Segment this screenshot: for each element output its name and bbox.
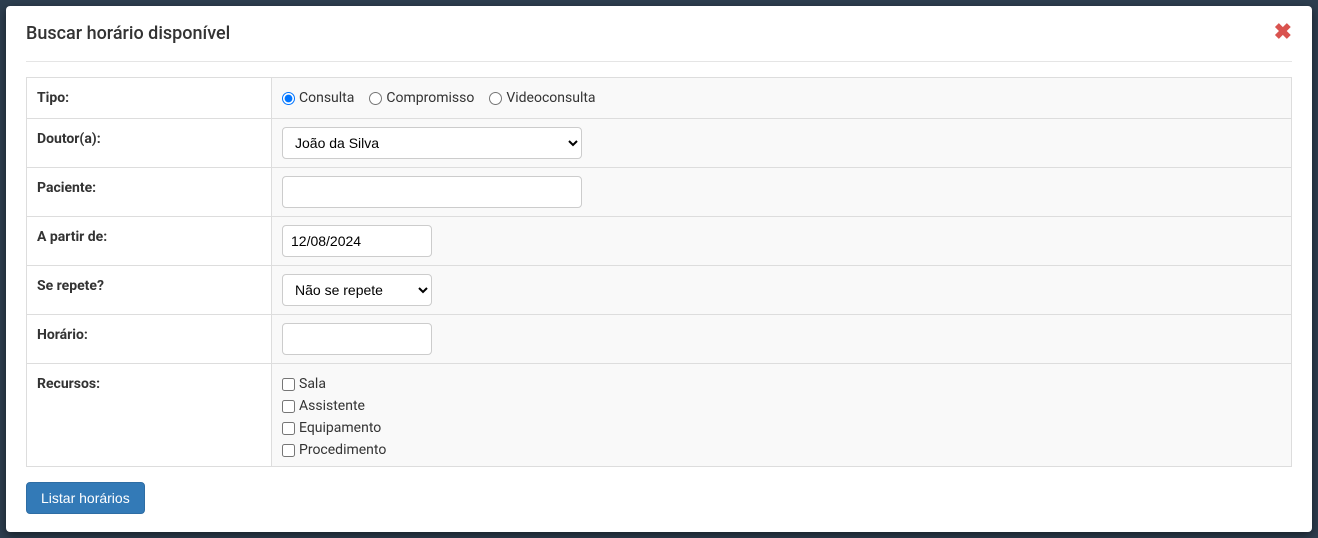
checkbox-equipamento[interactable] (282, 422, 295, 435)
checkbox-sala[interactable] (282, 378, 295, 391)
checkbox-assistente[interactable] (282, 400, 295, 413)
close-button[interactable]: ✖ (1274, 21, 1292, 43)
checkbox-equipamento-label[interactable]: Equipamento (299, 420, 381, 436)
label-paciente: Paciente: (27, 168, 272, 217)
checkbox-procedimento[interactable] (282, 444, 295, 457)
label-horario: Horário: (27, 315, 272, 364)
radio-compromisso[interactable] (369, 92, 382, 105)
modal-title: Buscar horário disponível (26, 21, 230, 46)
list-schedules-button[interactable]: Listar horários (26, 482, 145, 514)
radio-compromisso-label[interactable]: Compromisso (386, 90, 474, 106)
row-recursos: Recursos: Sala Assistente Eq (27, 364, 1292, 467)
label-doutor: Doutor(a): (27, 119, 272, 168)
select-repete[interactable]: Não se repete (282, 274, 432, 306)
close-icon: ✖ (1274, 19, 1292, 44)
radio-consulta-label[interactable]: Consulta (299, 90, 354, 106)
checkbox-procedimento-label[interactable]: Procedimento (299, 442, 386, 458)
row-doutor: Doutor(a): João da Silva (27, 119, 1292, 168)
checkbox-assistente-label[interactable]: Assistente (299, 398, 365, 414)
row-repete: Se repete? Não se repete (27, 266, 1292, 315)
row-horario: Horário: (27, 315, 1292, 364)
tipo-radio-group: Consulta Compromisso Videoconsulta (282, 90, 1281, 106)
label-repete: Se repete? (27, 266, 272, 315)
label-tipo: Tipo: (27, 78, 272, 119)
row-paciente: Paciente: (27, 168, 1292, 217)
radio-videoconsulta[interactable] (489, 92, 502, 105)
select-doutor[interactable]: João da Silva (282, 127, 582, 159)
radio-consulta[interactable] (282, 92, 295, 105)
row-apartir: A partir de: (27, 217, 1292, 266)
search-form: Tipo: Consulta Compromisso V (26, 77, 1292, 467)
radio-videoconsulta-label[interactable]: Videoconsulta (506, 90, 595, 106)
input-apartir[interactable] (282, 225, 432, 257)
input-paciente[interactable] (282, 176, 582, 208)
search-available-time-modal: Buscar horário disponível ✖ Tipo: Consul… (6, 6, 1312, 532)
recursos-checkbox-group: Sala Assistente Equipamento Procedi (282, 372, 1281, 458)
label-apartir: A partir de: (27, 217, 272, 266)
row-tipo: Tipo: Consulta Compromisso V (27, 78, 1292, 119)
checkbox-sala-label[interactable]: Sala (299, 376, 326, 392)
label-recursos: Recursos: (27, 364, 272, 467)
modal-header: Buscar horário disponível ✖ (26, 21, 1292, 62)
input-horario[interactable] (282, 323, 432, 355)
